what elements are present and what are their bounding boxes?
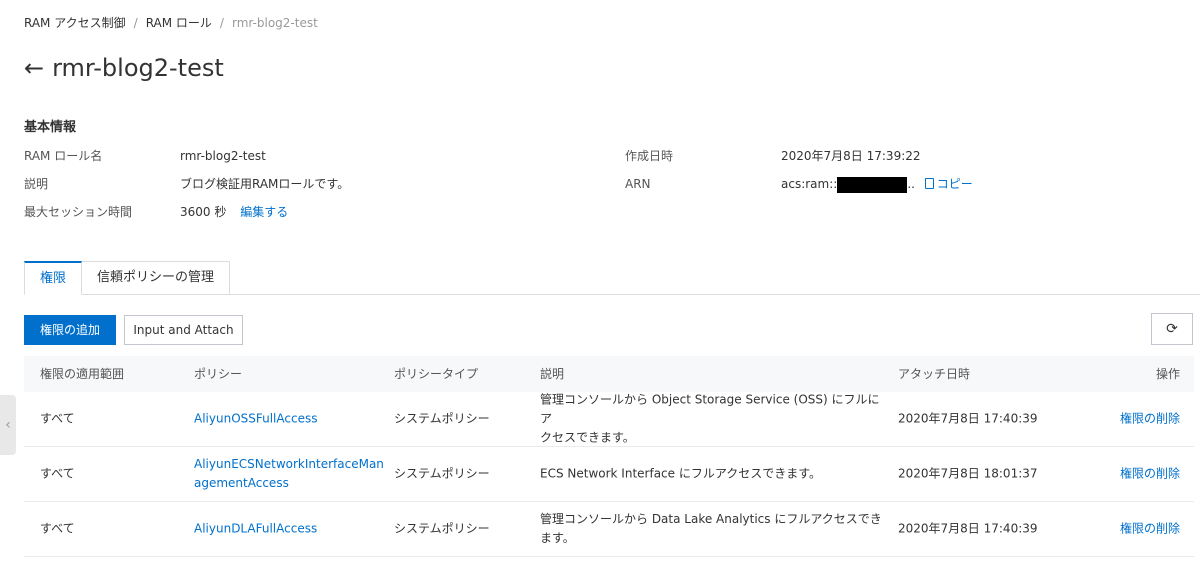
info-row-role-name: RAM ロール名 rmr-blog2-test [24, 147, 584, 165]
info-row-session: 最大セッション時間 3600 秒 編集する [24, 203, 584, 221]
cell-scope: すべて [40, 411, 75, 426]
input-and-attach-button[interactable]: Input and Attach [124, 315, 243, 345]
permissions-table: 権限の適用範囲 ポリシー ポリシータイプ 説明 アタッチ日時 操作 すべて Al… [24, 356, 1194, 557]
session-label: 最大セッション時間 [24, 205, 133, 219]
policy-name-line: AliyunECSNetworkInterfaceMan [194, 457, 384, 471]
cell-description: ECS Network Interface にフルアクセスできます。 [540, 465, 885, 484]
ram-role-detail-page: RAM アクセス制御 / RAM ロール / rmr-blog2-test ← … [0, 0, 1200, 564]
refresh-button[interactable]: ⟳ [1151, 313, 1193, 345]
description-line: 管理コンソールから Object Storage Service (OSS) に… [540, 392, 880, 426]
column-header-description: 説明 [540, 367, 565, 381]
cell-policy-type: システムポリシー [394, 521, 490, 536]
cell-description: 管理コンソールから Data Lake Analytics にフルアクセスできま… [540, 510, 885, 548]
cell-attached-at: 2020年7月8日 18:01:37 [898, 466, 1038, 481]
info-row-created: 作成日時 2020年7月8日 17:39:22 [625, 147, 1185, 165]
description-line: クセスできます。 [540, 430, 635, 445]
cell-scope: すべて [40, 466, 75, 481]
policy-name-line: AliyunOSSFullAccess [194, 411, 318, 426]
role-name-label: RAM ロール名 [24, 149, 103, 163]
page-header: ← rmr-blog2-test [24, 50, 224, 86]
column-header-scope: 権限の適用範囲 [40, 367, 125, 381]
session-duration: 3600 秒 [180, 205, 227, 219]
description-line: ます。 [540, 531, 575, 545]
cell-policy-link[interactable]: AliyunECSNetworkInterfaceMan agementAcces… [194, 455, 384, 493]
session-value: 3600 秒 編集する [180, 203, 288, 221]
description-value: ブログ検証用RAMロールです。 [180, 177, 350, 191]
table-row: すべて AliyunECSNetworkInterfaceMan agementA… [24, 447, 1194, 502]
arn-ellipsis: .. [907, 177, 915, 191]
created-value: 2020年7月8日 17:39:22 [781, 149, 921, 163]
arn-prefix: acs:ram:: [781, 177, 838, 191]
info-row-arn: ARN acs:ram::.. コピー [625, 175, 1185, 193]
table-header: 権限の適用範囲 ポリシー ポリシータイプ 説明 アタッチ日時 操作 [24, 356, 1194, 392]
cell-attached-at: 2020年7月8日 17:40:39 [898, 411, 1038, 426]
column-header-actions: 操作 [1155, 367, 1180, 381]
page-title: rmr-blog2-test [52, 54, 224, 82]
cell-policy-link[interactable]: AliyunDLAFullAccess [194, 520, 374, 539]
side-collapse-tab[interactable]: ‹ [0, 395, 16, 455]
refresh-icon: ⟳ [1166, 321, 1178, 337]
info-row-description: 説明 ブログ検証用RAMロールです。 [24, 175, 584, 193]
tab-permissions[interactable]: 権限 [24, 261, 83, 295]
description-line: ECS Network Interface にフルアクセスできます。 [540, 466, 822, 481]
remove-permission-link[interactable]: 権限の削除 [1120, 465, 1180, 484]
copy-icon [924, 178, 934, 189]
basic-info-title: 基本情報 [24, 120, 77, 135]
cell-policy-link[interactable]: AliyunOSSFullAccess [194, 410, 374, 429]
chevron-left-icon: ‹ [5, 417, 11, 433]
role-name-value: rmr-blog2-test [180, 149, 266, 163]
breadcrumb-ram-access-control[interactable]: RAM アクセス制御 [24, 14, 126, 31]
add-permission-button[interactable]: 権限の追加 [24, 315, 116, 345]
cell-policy-type: システムポリシー [394, 466, 490, 481]
created-label: 作成日時 [625, 149, 674, 163]
edit-session-link[interactable]: 編集する [240, 205, 288, 219]
table-row: すべて AliyunOSSFullAccess システムポリシー 管理コンソール… [24, 392, 1194, 447]
column-header-attached-at: アタッチ日時 [898, 367, 971, 381]
breadcrumb: RAM アクセス制御 / RAM ロール / rmr-blog2-test [24, 14, 318, 31]
cell-description: 管理コンソールから Object Storage Service (OSS) に… [540, 391, 885, 448]
table-row: すべて AliyunDLAFullAccess システムポリシー 管理コンソール… [24, 502, 1194, 557]
copy-arn-button[interactable]: コピー [919, 177, 973, 191]
policy-name-line: agementAccess [194, 476, 289, 490]
policy-name-line: AliyunDLAFullAccess [194, 521, 318, 536]
breadcrumb-separator: / [219, 15, 224, 30]
breadcrumb-separator: / [133, 15, 138, 30]
description-label: 説明 [24, 177, 49, 191]
cell-policy-type: システムポリシー [394, 411, 490, 426]
arn-label: ARN [625, 177, 651, 191]
column-header-policy: ポリシー [194, 367, 243, 381]
arn-redacted-block [837, 176, 908, 193]
breadcrumb-ram-roles[interactable]: RAM ロール [146, 14, 212, 31]
cell-scope: すべて [40, 521, 75, 536]
copy-label: コピー [936, 177, 973, 191]
remove-permission-link[interactable]: 権限の削除 [1120, 410, 1180, 429]
breadcrumb-current: rmr-blog2-test [231, 15, 318, 30]
detail-tabs: 権限 信頼ポリシーの管理 [24, 261, 231, 295]
back-arrow-icon[interactable]: ← [24, 50, 44, 86]
tab-trust-policy[interactable]: 信頼ポリシーの管理 [82, 261, 231, 294]
cell-attached-at: 2020年7月8日 17:40:39 [898, 521, 1038, 536]
tabs-divider [24, 294, 1200, 295]
column-header-policy-type: ポリシータイプ [394, 367, 479, 381]
arn-value: acs:ram::.. コピー [781, 175, 973, 193]
description-line: 管理コンソールから Data Lake Analytics にフルアクセスでき [540, 512, 882, 526]
remove-permission-link[interactable]: 権限の削除 [1120, 520, 1180, 539]
